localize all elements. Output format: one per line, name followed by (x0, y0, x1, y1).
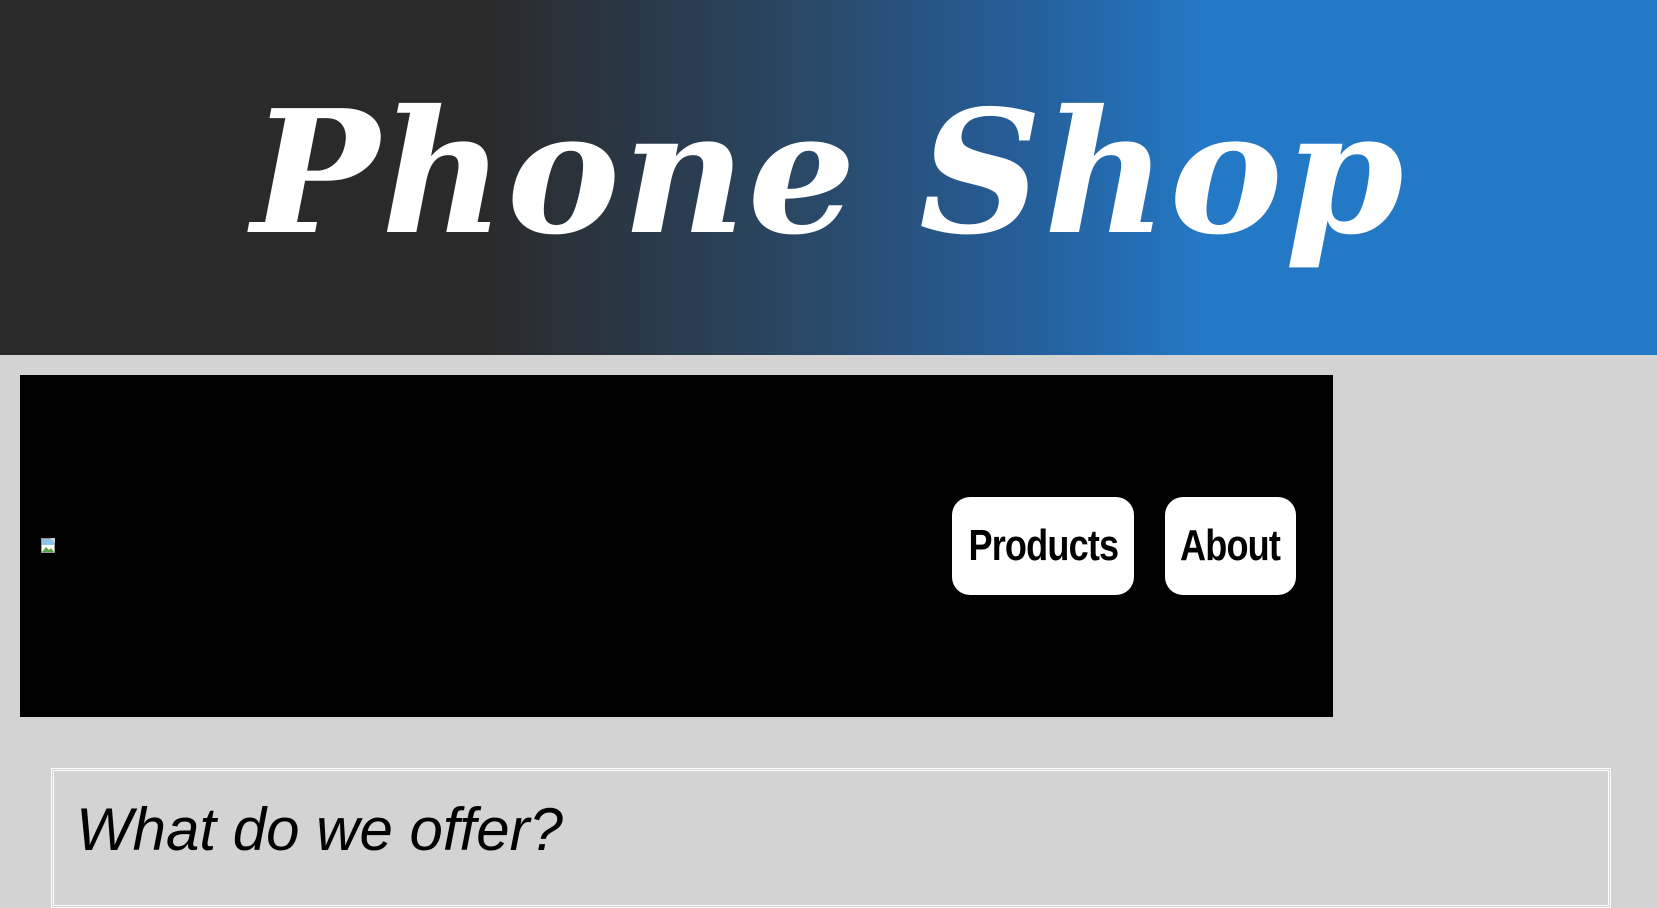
nav-products-button[interactable]: Products (952, 497, 1134, 595)
navigation-bar: Products About (20, 375, 1333, 717)
site-title: Phone Shop (251, 72, 1406, 273)
nav-about-button[interactable]: About (1165, 497, 1296, 595)
section-heading: What do we offer? (76, 796, 563, 863)
nav-products-label: Products (968, 521, 1119, 570)
offer-section: What do we offer? (51, 768, 1611, 908)
nav-about-label: About (1180, 521, 1281, 570)
broken-image-icon-graphic (41, 538, 55, 553)
broken-image-icon[interactable] (41, 538, 57, 554)
site-banner: Phone Shop (0, 0, 1657, 355)
